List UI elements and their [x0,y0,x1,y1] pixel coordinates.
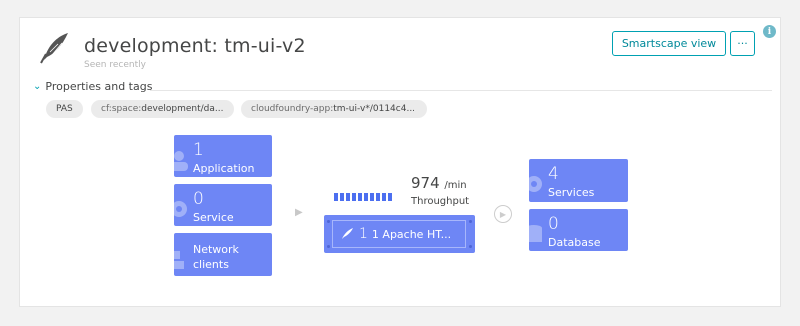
tag-value: PAS [56,104,73,114]
tile-label: Application [193,162,255,175]
flow-arrow-icon: ▶ [295,207,303,218]
gear-icon [529,176,542,192]
tag-value: development/da... [141,104,224,114]
more-options-button[interactable]: ··· [730,31,755,56]
tile-label: Service [193,211,234,224]
throughput-value: 974 /min [411,174,467,192]
tile-count: 1 [193,140,204,160]
rivet [469,245,472,248]
rivet [327,220,330,223]
tile-label: Services [548,186,595,199]
sparkline-bar [346,193,350,201]
sparkline-bar [388,193,392,201]
play-icon[interactable]: ▶ [494,205,512,223]
application-icon [174,151,188,171]
tile-network-clients[interactable]: Network clients [174,233,272,276]
tile-count: 4 [548,164,559,184]
tile-databases[interactable]: 0 Database [529,209,628,251]
tag-value: tm-ui-v*/0114c4... [333,104,416,114]
sparkline-bar [340,193,344,201]
process-apache-tile[interactable]: 1 1 Apache HT... [324,215,475,253]
sparkline-bar [334,193,338,201]
chevron-down-icon: ⌄ [33,81,42,92]
tile-applications[interactable]: 1 Application [174,135,272,177]
tile-services-calling[interactable]: 0 Service [174,184,272,226]
tile-count: 0 [548,214,559,234]
gear-icon [174,201,187,217]
tile-services-called[interactable]: 4 Services [529,159,628,202]
database-icon [529,225,542,242]
info-icon[interactable]: i [763,25,776,38]
sparkline-bar [358,193,362,201]
sparkline-bar [382,193,386,201]
sparkline-bar [370,193,374,201]
process-count: 1 [359,226,368,242]
tile-label: Network clients [193,243,239,271]
process-label: 1 Apache HT... [371,227,452,241]
tag-key: cloudfoundry-app: [251,104,334,114]
tag-cf-space[interactable]: cf:space: development/da... [91,100,234,118]
page-title: development: tm-ui-v2 [84,35,306,57]
properties-label: Properties and tags [45,80,153,93]
properties-and-tags-toggle[interactable]: ⌄ Properties and tags [33,80,152,93]
network-icon [174,251,184,269]
throughput-label: Throughput [411,196,470,207]
sparkline-bar [364,193,368,201]
smartscape-view-button[interactable]: Smartscape view [612,31,726,56]
rivet [327,245,330,248]
tag-cloudfoundry-app[interactable]: cloudfoundry-app: tm-ui-v*/0114c4... [241,100,427,118]
tile-label: Database [548,236,601,249]
apache-feather-icon [40,33,68,64]
rivet [469,220,472,223]
throughput-number: 974 [411,174,440,192]
sparkline-bar [352,193,356,201]
throughput-unit: /min [444,180,467,191]
tag-pas[interactable]: PAS [46,100,83,118]
divider [150,90,772,91]
sparkline-bar [376,193,380,201]
tile-count: 0 [193,189,204,209]
last-seen-status: Seen recently [84,60,146,70]
apache-feather-icon [342,228,353,239]
throughput-sparkline [334,193,392,201]
tag-key: cf:space: [101,104,142,114]
process-box: 1 1 Apache HT... [332,220,466,248]
